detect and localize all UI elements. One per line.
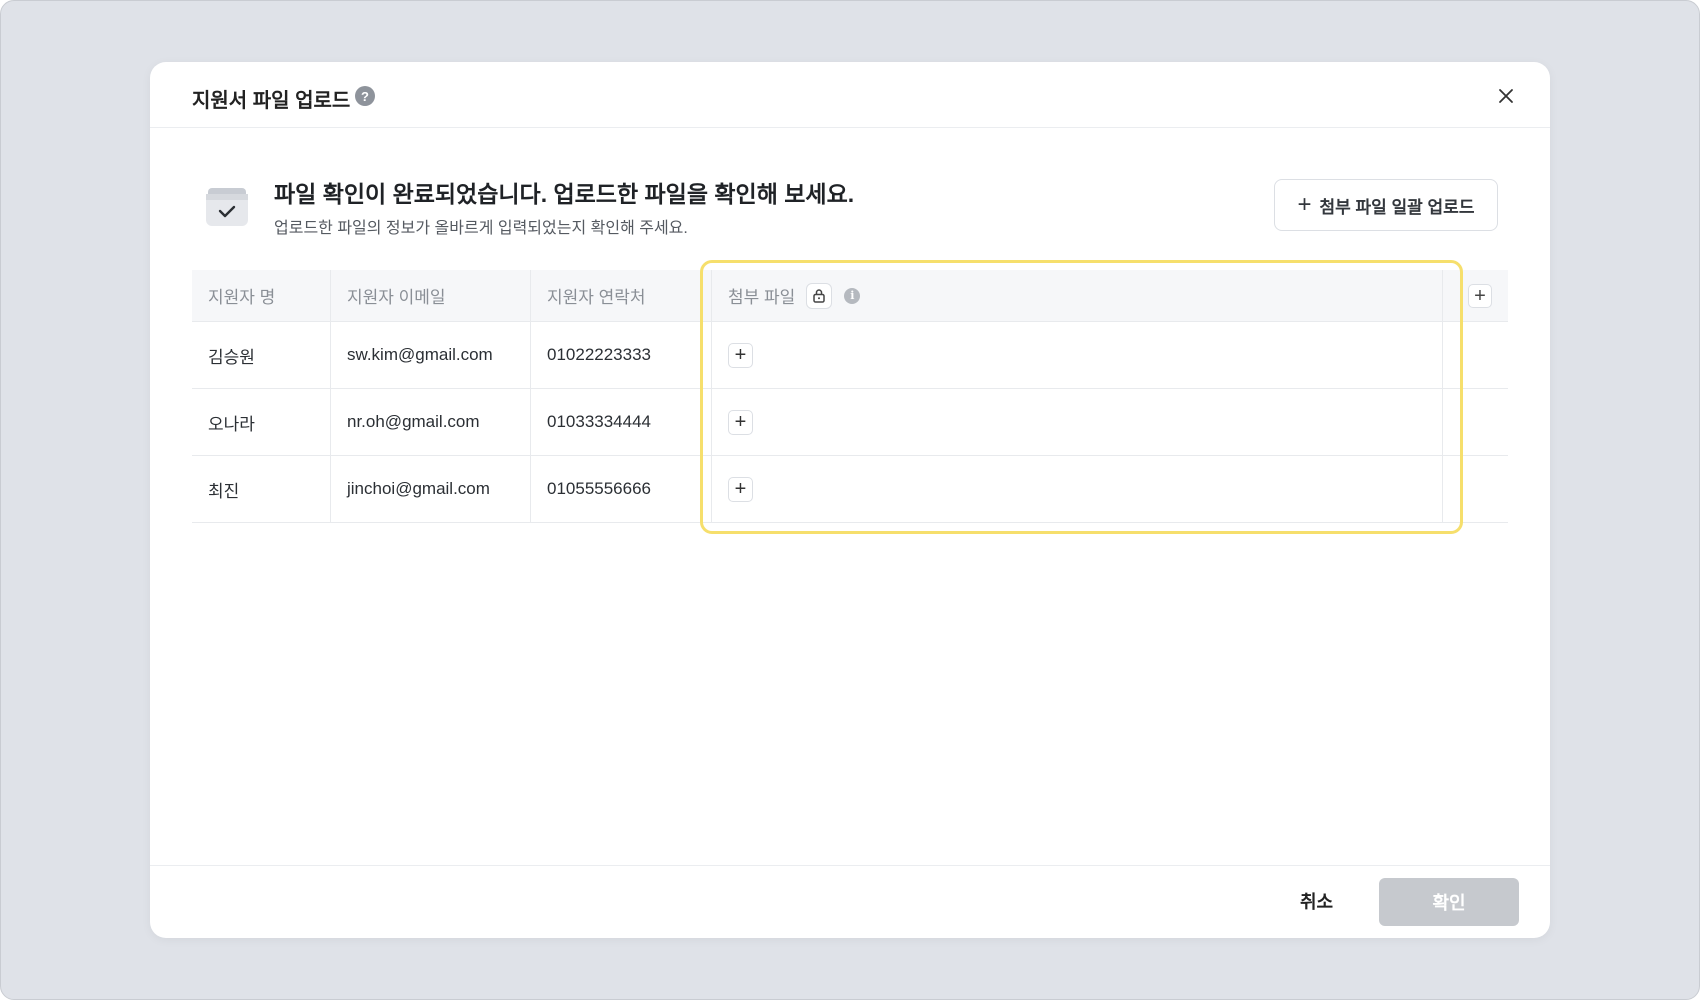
lock-button[interactable] [806,282,833,309]
modal-footer: 취소 확인 [150,865,1550,938]
cell-empty [1443,456,1508,522]
table-header: 지원자 명 지원자 이메일 지원자 연락처 첨부 파일 i + [192,270,1508,322]
header-attachment-label: 첨부 파일 [728,288,796,307]
question-icon[interactable]: ? [355,86,375,106]
cell-empty [1443,322,1508,388]
cancel-button[interactable]: 취소 [1300,888,1333,914]
header-phone: 지원자 연락처 [531,270,712,321]
cell-phone: 01022223333 [531,322,712,388]
add-file-button[interactable]: + [728,476,753,502]
modal-title: 지원서 파일 업로드 [192,90,351,112]
header-name: 지원자 명 [192,270,331,321]
notice-title: 파일 확인이 완료되었습니다. 업로드한 파일을 확인해 보세요. [274,181,855,207]
cell-email: jinchoi@gmail.com [331,456,531,522]
box-check-icon [205,182,249,228]
table-row: 최진 jinchoi@gmail.com 01055556666 + [192,456,1508,523]
info-icon[interactable]: i [844,287,861,304]
add-column-button[interactable]: + [1468,284,1492,308]
cell-email: nr.oh@gmail.com [331,389,531,455]
cell-name: 최진 [192,456,331,522]
cell-attachment: + [712,389,1443,455]
table-row: 오나라 nr.oh@gmail.com 01033334444 + [192,389,1508,456]
file-upload-modal: 지원서 파일 업로드 ? 파일 확인이 완료되었습니다. 업로드한 파일을 확인… [150,62,1550,938]
cell-name: 김승원 [192,322,331,388]
cell-phone: 01033334444 [531,389,712,455]
plus-icon: + [1297,191,1312,218]
close-icon [1499,89,1513,103]
lock-icon [813,289,826,303]
header-email: 지원자 이메일 [331,270,531,321]
cell-attachment: + [712,322,1443,388]
table-row: 김승원 sw.kim@gmail.com 01022223333 + [192,322,1508,389]
cell-attachment: + [712,456,1443,522]
cell-empty [1443,389,1508,455]
bulk-upload-label: 첨부 파일 일괄 업로드 [1319,197,1475,217]
confirm-button[interactable]: 확인 [1379,878,1519,926]
notice-description: 업로드한 파일의 정보가 올바르게 입력되었는지 확인해 주세요. [274,220,688,237]
cell-name: 오나라 [192,389,331,455]
bulk-upload-button[interactable]: + 첨부 파일 일괄 업로드 [1274,179,1498,231]
cell-phone: 01055556666 [531,456,712,522]
header-attachment: 첨부 파일 i [712,270,1443,321]
add-file-button[interactable]: + [728,342,753,368]
cell-email: sw.kim@gmail.com [331,322,531,388]
close-button[interactable] [1494,84,1518,108]
modal-header: 지원서 파일 업로드 ? [150,62,1550,128]
add-file-button[interactable]: + [728,409,753,435]
